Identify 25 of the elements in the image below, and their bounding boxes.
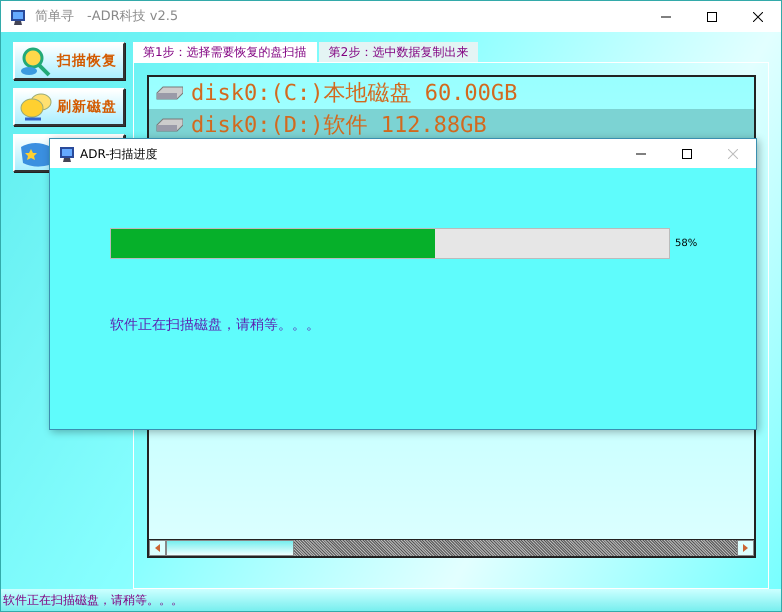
disk-row[interactable]: disk0:(D:)软件 112.88GB xyxy=(149,109,754,141)
progress-percent: 58% xyxy=(675,237,698,251)
scan-recover-button[interactable]: 扫描恢复 xyxy=(13,42,125,80)
drive-icon xyxy=(155,117,183,133)
disk-row[interactable]: disk0:(C:)本地磁盘 60.00GB xyxy=(149,77,754,109)
close-icon xyxy=(728,148,738,158)
status-text: 软件正在扫描磁盘，请稍等。。。 xyxy=(2,592,183,609)
horizontal-scrollbar[interactable] xyxy=(149,539,754,556)
bubbles-icon xyxy=(19,91,53,123)
right-arrow-icon xyxy=(743,544,748,552)
maximize-icon xyxy=(707,12,717,22)
window-title: 简单寻 -ADR科技 v2.5 xyxy=(35,8,178,26)
scan-message: 软件正在扫描磁盘，请稍等。。。 xyxy=(110,316,321,335)
left-arrow-icon xyxy=(155,544,160,552)
dialog-title: ADR-扫描进度 xyxy=(80,146,158,162)
app-icon xyxy=(58,144,74,162)
drive-icon xyxy=(155,85,183,101)
scrollbar-thumb[interactable] xyxy=(166,540,294,556)
tab[interactable]: 第1步：选择需要恢复的盘扫描 xyxy=(133,42,317,62)
tab[interactable]: 第2步：选中数据复制出来 xyxy=(318,42,478,62)
search-icon xyxy=(19,45,53,77)
close-icon xyxy=(753,12,763,22)
app-icon xyxy=(9,8,27,26)
refresh-disk-button[interactable]: 刷新磁盘 xyxy=(13,88,125,126)
maximize-icon xyxy=(682,148,692,158)
